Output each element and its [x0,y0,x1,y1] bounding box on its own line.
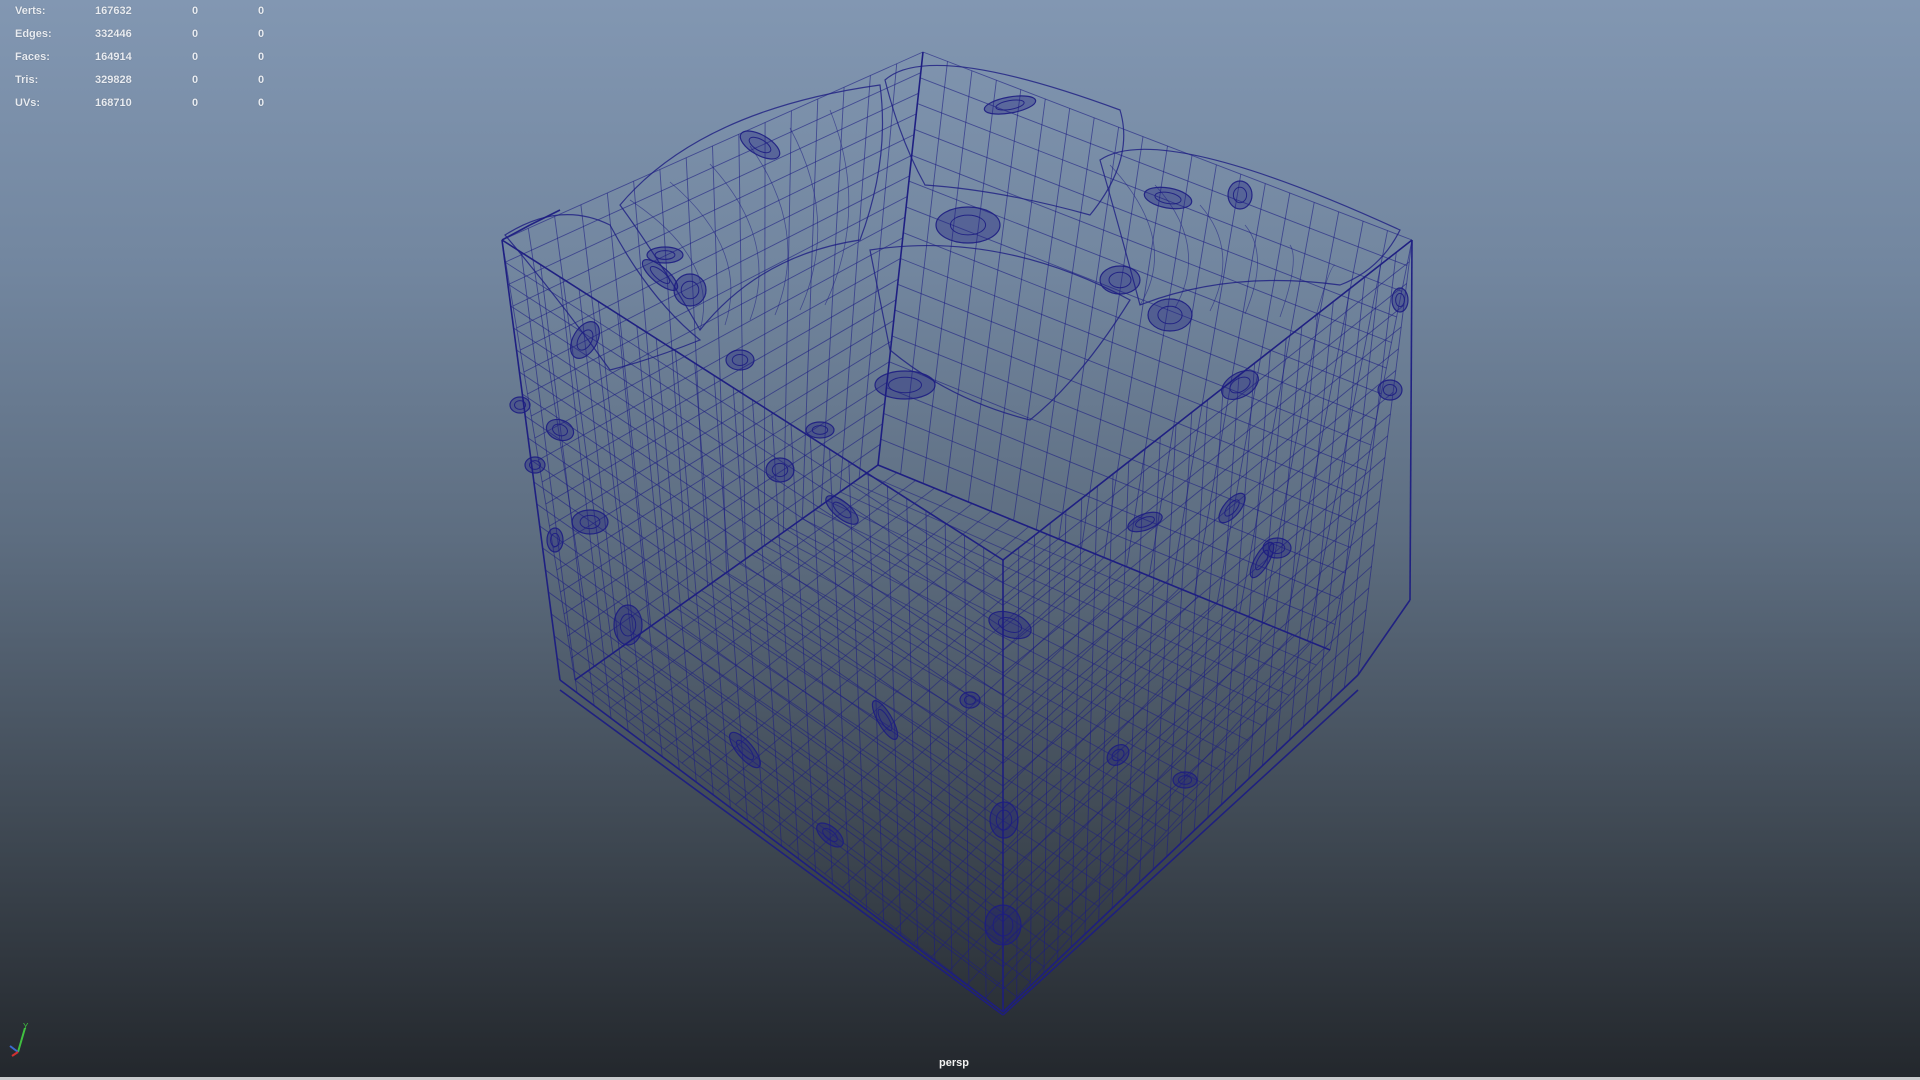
hud-total: 332446 [95,28,132,40]
hud-label: Edges: [15,28,52,40]
hud-object: 0 [258,5,265,17]
hud-row-faces: Faces: 164914 0 0 [15,46,275,69]
y-axis-letter: Y [23,1022,29,1031]
hud-row-edges: Edges: 332446 0 0 [15,23,275,46]
hud-row-verts: Verts: 167632 0 0 [15,0,275,23]
z-axis-line [9,1045,19,1053]
wireframe-mesh[interactable] [0,0,1920,1080]
hud-object: 0 [258,74,265,86]
poly-count-hud: Verts: 167632 0 0 Edges: 332446 0 0 Face… [15,0,275,115]
wire-grid [501,51,1413,1016]
hud-selected: 0 [192,97,199,109]
hud-label: Verts: [15,5,46,17]
hud-object: 0 [258,51,265,63]
hud-selected: 0 [192,51,199,63]
hud-total: 329828 [95,74,132,86]
hud-row-uvs: UVs: 168710 0 0 [15,92,275,115]
axis-triad-icon: Y [9,1022,29,1057]
hud-total: 164914 [95,51,132,63]
hud-label: Tris: [15,74,39,86]
hud-label: UVs: [15,97,41,109]
hud-row-tris: Tris: 329828 0 0 [15,69,275,92]
hud-selected: 0 [192,5,199,17]
hud-selected: 0 [192,28,199,40]
hud-label: Faces: [15,51,50,63]
y-axis-line [17,1027,26,1053]
x-axis-line [11,1051,19,1057]
hud-total: 167632 [95,5,132,17]
hud-total: 168710 [95,97,132,109]
camera-name-label: persp [939,1057,969,1069]
hud-object: 0 [258,97,265,109]
hud-object: 0 [258,28,265,40]
hud-selected: 0 [192,74,199,86]
viewport-persp[interactable]: Verts: 167632 0 0 Edges: 332446 0 0 Face… [0,0,1920,1080]
